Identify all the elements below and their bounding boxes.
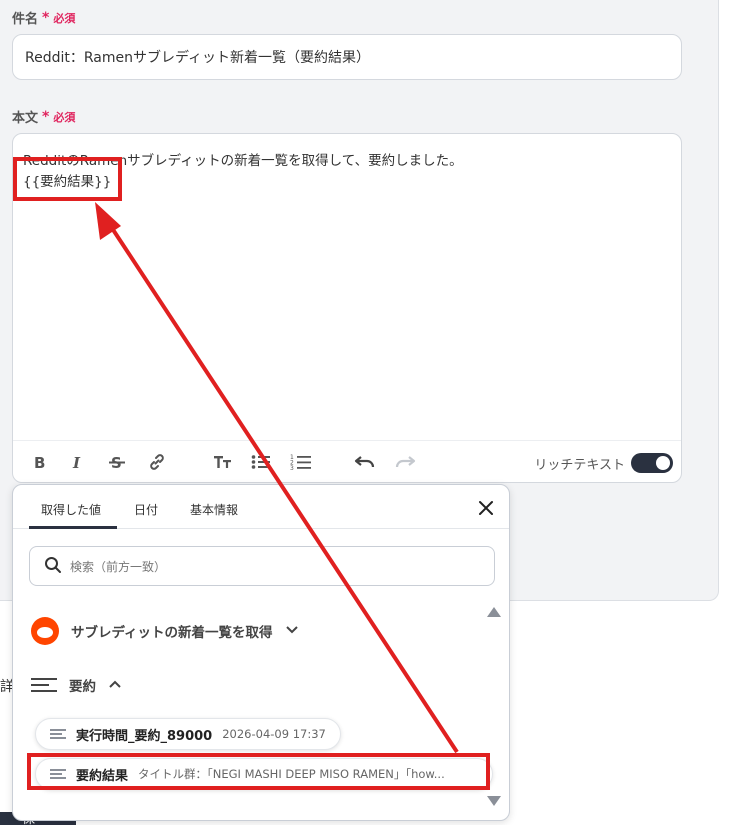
chevron-up-icon — [108, 677, 122, 693]
variable-item-name: 実行時間_要約_89000 — [76, 728, 213, 744]
lines-icon — [31, 677, 57, 693]
variable-item-value: タイトル群：「NEGI MASHI DEEP MISO RAMEN」「how..… — [138, 767, 445, 781]
scroll-down-arrow-icon[interactable] — [487, 796, 501, 806]
picker-tabs: 取得した値 日付 基本情報 — [13, 485, 509, 529]
undo-icon[interactable] — [353, 450, 377, 474]
text-size-icon[interactable] — [211, 450, 235, 474]
tab-basic-info[interactable]: 基本情報 — [190, 501, 238, 518]
variable-item[interactable]: 要約結果 タイトル群：「NEGI MASHI DEEP MISO RAMEN」「… — [35, 758, 493, 790]
subject-label-text: 件名 — [12, 12, 39, 27]
rich-text-toggle[interactable] — [631, 453, 673, 473]
numbered-list-icon[interactable]: 123 — [289, 450, 313, 474]
italic-icon[interactable]: I — [65, 450, 89, 474]
rich-text-label: リッチテキスト — [534, 458, 625, 473]
body-label: 本文 * 必須 — [12, 107, 76, 127]
group-reddit-label: サブレディットの新着一覧を取得 — [71, 625, 273, 641]
tab-acquired-values[interactable]: 取得した値 — [41, 501, 101, 518]
group-summary[interactable]: 要約 — [31, 675, 122, 695]
bullet-list-icon[interactable] — [249, 450, 273, 474]
subject-input[interactable]: Reddit：Ramenサブレディット新着一覧（要約結果） — [12, 34, 682, 80]
group-reddit-fetch[interactable]: サブレディットの新着一覧を取得 — [31, 617, 299, 645]
scroll-up-arrow-icon[interactable] — [487, 607, 501, 617]
variable-item[interactable]: 実行時間_要約_89000 2026-04-09 17:37 — [35, 718, 341, 750]
body-line-2-variable: {{要約結果}} — [23, 174, 112, 190]
group-summary-label: 要約 — [69, 679, 96, 695]
search-input[interactable]: 検索（前方一致） — [29, 546, 495, 586]
required-star: * — [42, 9, 50, 26]
subject-label: 件名 * 必須 — [12, 8, 76, 28]
redo-icon[interactable] — [393, 450, 417, 474]
variable-picker-popup: 取得した値 日付 基本情報 検索（前方一致） サブレディットの新着一覧を取得 要… — [12, 484, 510, 821]
body-line-1: RedditのRamenサブレディットの新着一覧を取得して、要約しました。 — [23, 153, 463, 169]
chevron-down-icon — [285, 623, 299, 639]
variable-item-name: 要約結果 — [76, 768, 129, 784]
subject-value: Reddit：Ramenサブレディット新着一覧（要約結果） — [25, 50, 371, 66]
svg-text:B: B — [34, 454, 45, 470]
required-text: 必須 — [53, 110, 76, 124]
search-icon — [44, 556, 62, 577]
required-star: * — [42, 108, 50, 125]
text-lines-icon — [50, 769, 66, 779]
search-placeholder: 検索（前方一致） — [70, 559, 167, 574]
bold-icon[interactable]: B — [27, 450, 51, 474]
required-text: 必須 — [53, 11, 76, 25]
variable-list: サブレディットの新着一覧を取得 要約 実行時間_要約_89000 2026-04… — [13, 597, 509, 820]
active-tab-indicator — [29, 526, 117, 529]
strikethrough-icon[interactable]: S — [105, 450, 129, 474]
close-icon[interactable] — [475, 497, 497, 519]
link-icon[interactable] — [145, 450, 169, 474]
text-lines-icon — [50, 729, 66, 739]
editor-toolbar: B I S 123 — [13, 440, 681, 482]
body-label-text: 本文 — [12, 111, 39, 126]
svg-text:3: 3 — [290, 465, 294, 471]
reddit-icon — [31, 617, 59, 645]
body-editor[interactable]: RedditのRamenサブレディットの新着一覧を取得して、要約しました。 {{… — [12, 133, 682, 483]
tab-date[interactable]: 日付 — [134, 501, 158, 518]
variable-item-value: 2026-04-09 17:37 — [222, 727, 326, 741]
svg-text:I: I — [72, 454, 81, 470]
